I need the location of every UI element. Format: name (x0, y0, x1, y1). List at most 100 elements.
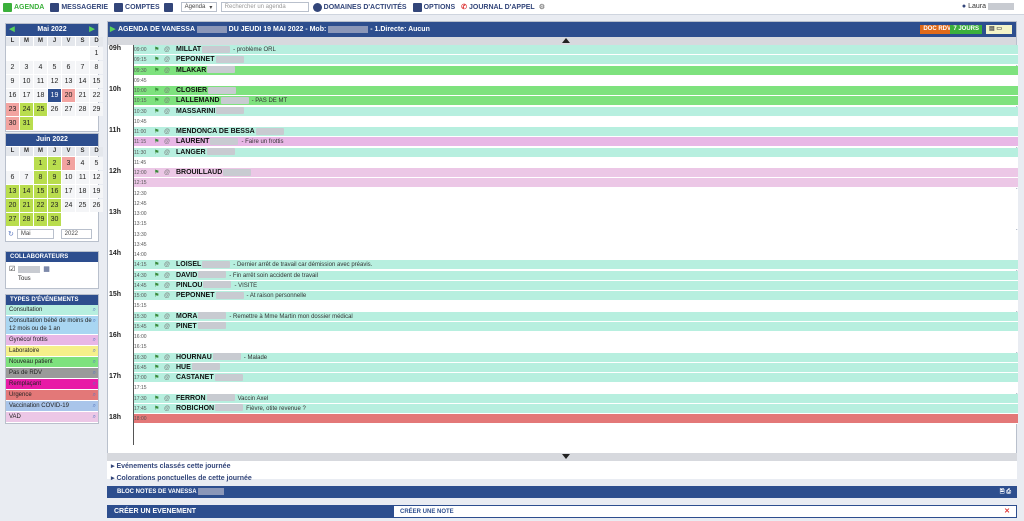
flag-icon[interactable]: ⚑ (154, 363, 159, 373)
time-slot[interactable]: 15:15 (134, 301, 1018, 312)
event-type-item[interactable]: Gynéco/ frottis ⌕ (6, 335, 98, 346)
calendar-day[interactable]: 1 (34, 157, 47, 170)
calendar-icon[interactable]: ▦ (43, 265, 50, 273)
contact-icon[interactable]: @ (164, 96, 170, 106)
calendar-day[interactable]: 21 (76, 89, 89, 102)
calendar-day[interactable]: 22 (34, 199, 47, 212)
contact-icon[interactable]: @ (164, 312, 170, 322)
patient-name[interactable]: MASSARINI (176, 107, 245, 117)
time-slot[interactable]: 16:30 ⚑ @ HOURNAU - Malade (134, 352, 1018, 363)
time-slot[interactable]: 09:30 ⚑ @ MLAKAR (134, 65, 1018, 76)
prev-month-icon[interactable]: ◀ (8, 24, 16, 36)
contact-icon[interactable]: @ (164, 137, 170, 147)
contact-icon[interactable]: @ (164, 281, 170, 291)
patient-name[interactable]: DAVID - Fin arrêt soin accident de travai… (176, 271, 318, 281)
event-type-item[interactable]: VAD ⌕ (6, 412, 98, 423)
contact-icon[interactable]: @ (164, 55, 170, 65)
search-icon[interactable]: ⌕ (93, 369, 96, 377)
nav-agenda[interactable]: AGENDA (3, 2, 44, 12)
patient-name[interactable]: PINLOU - VISITE (176, 281, 257, 291)
calendar-day[interactable]: 15 (90, 75, 103, 88)
calendar-day[interactable]: 22 (90, 89, 103, 102)
search-input[interactable]: Rechercher un agenda (220, 2, 309, 12)
year-select[interactable]: 2022 (60, 229, 92, 239)
calendar-day[interactable]: 30 (6, 117, 19, 130)
time-slot[interactable]: 10:30 ⚑ @ MASSARINI (134, 106, 1018, 117)
calendar-day[interactable]: 27 (6, 213, 19, 226)
book-icon[interactable] (163, 2, 173, 12)
flag-icon[interactable]: ⚑ (154, 394, 159, 404)
agenda-select[interactable]: Agenda ▾ (180, 2, 217, 12)
calendar-day[interactable]: 11 (34, 75, 47, 88)
calendar-day[interactable]: 14 (20, 185, 33, 198)
calendar-day[interactable]: 2 (6, 61, 19, 74)
patient-name[interactable]: MORA - Remettre à Mme Martin mon dossier … (176, 312, 353, 322)
event-type-item[interactable]: Consultation bébé de moins de 12 mois ou… (6, 316, 98, 335)
contact-icon[interactable]: @ (164, 291, 170, 301)
time-slot[interactable]: 09:15 ⚑ @ PEPONNET (134, 55, 1018, 66)
contact-icon[interactable]: @ (164, 394, 170, 404)
time-slot[interactable]: 16:00 (134, 332, 1018, 342)
time-slot[interactable]: 10:45 (134, 116, 1018, 127)
calendar-day[interactable]: 16 (48, 185, 61, 198)
patient-name[interactable]: LOISEL - Dernier arrêt de travail car dém… (176, 260, 372, 270)
calendar-day[interactable]: 3 (20, 61, 33, 74)
patient-name[interactable]: FERRON Vaccin Axel (176, 394, 268, 404)
calendar-day[interactable]: 5 (90, 157, 103, 170)
nav-domaines[interactable]: DOMAINES D'ACTIVITÉS (312, 2, 407, 12)
calendar-day[interactable]: 24 (20, 103, 33, 116)
patient-name[interactable]: CLOSIER (176, 86, 237, 96)
calendar-day[interactable]: 23 (48, 199, 61, 212)
flag-icon[interactable]: ⚑ (154, 312, 159, 322)
calendar-day[interactable]: 6 (6, 171, 19, 184)
calendar-day[interactable]: 9 (48, 171, 61, 184)
calendar-day[interactable]: 17 (62, 185, 75, 198)
time-slot[interactable]: 11:45 (134, 157, 1018, 168)
search-icon[interactable]: ⌕ (93, 402, 96, 410)
calendar-day[interactable]: 25 (34, 103, 47, 116)
search-icon[interactable]: ⌕ (93, 347, 96, 355)
contact-icon[interactable]: @ (164, 404, 170, 414)
search-icon[interactable]: ⌕ (93, 413, 96, 421)
calendar-day[interactable]: 19 (90, 185, 103, 198)
flag-icon[interactable]: ⚑ (154, 55, 159, 65)
time-slot[interactable]: 12:15 (134, 178, 1018, 189)
print-icon[interactable]: 🗎 ⎙ (1000, 486, 1011, 498)
calendar-day[interactable]: 12 (90, 171, 103, 184)
month-select[interactable]: Mai (16, 229, 54, 239)
calendar-day[interactable]: 26 (48, 103, 61, 116)
create-note-button[interactable]: CRÉER UNE NOTE (394, 506, 1004, 517)
time-slot[interactable]: 11:15 ⚑ @ LAURENT - Faire un frottis (134, 137, 1018, 148)
event-type-item[interactable]: Laboratoire ⌕ (6, 346, 98, 357)
calendar-day[interactable]: 13 (6, 185, 19, 198)
contact-icon[interactable]: @ (164, 86, 170, 96)
contact-icon[interactable]: @ (164, 363, 170, 373)
contact-icon[interactable]: @ (164, 107, 170, 117)
event-type-item[interactable]: Nouveau patient ⌕ (6, 357, 98, 368)
calendar-day[interactable]: 14 (76, 75, 89, 88)
calendar-day[interactable]: 20 (6, 199, 19, 212)
flag-icon[interactable]: ⚑ (154, 281, 159, 291)
patient-name[interactable]: MILLAT - problème ORL (176, 45, 276, 55)
calendar-day[interactable]: 26 (90, 199, 103, 212)
flag-icon[interactable]: ⚑ (154, 127, 159, 137)
checkbox[interactable]: ☑ (9, 265, 15, 273)
calendar-day[interactable]: 1 (90, 47, 103, 60)
calendar-day[interactable]: 11 (76, 171, 89, 184)
flag-icon[interactable]: ⚑ (154, 404, 159, 414)
search-icon[interactable]: ⌕ (93, 336, 96, 344)
event-type-item[interactable]: Pas de RDV ⌕ (6, 368, 98, 379)
patient-name[interactable]: CASTANET (176, 373, 243, 383)
flag-icon[interactable]: ⚑ (154, 148, 159, 158)
contact-icon[interactable]: @ (164, 127, 170, 137)
calendar-day[interactable]: 29 (34, 213, 47, 226)
calendar-day[interactable]: 30 (48, 213, 61, 226)
flag-icon[interactable]: ⚑ (154, 137, 159, 147)
flag-icon[interactable]: ⚑ (154, 45, 159, 55)
next-month-icon[interactable]: ▶ (88, 24, 96, 36)
flag-icon[interactable]: ⚑ (154, 66, 159, 76)
time-slot[interactable]: 17:15 (134, 383, 1018, 394)
calendar-day[interactable]: 6 (62, 61, 75, 74)
calendar-day[interactable]: 23 (6, 103, 19, 116)
colorations-link[interactable]: ▸ Colorations ponctuelles de cette journ… (107, 473, 1017, 485)
